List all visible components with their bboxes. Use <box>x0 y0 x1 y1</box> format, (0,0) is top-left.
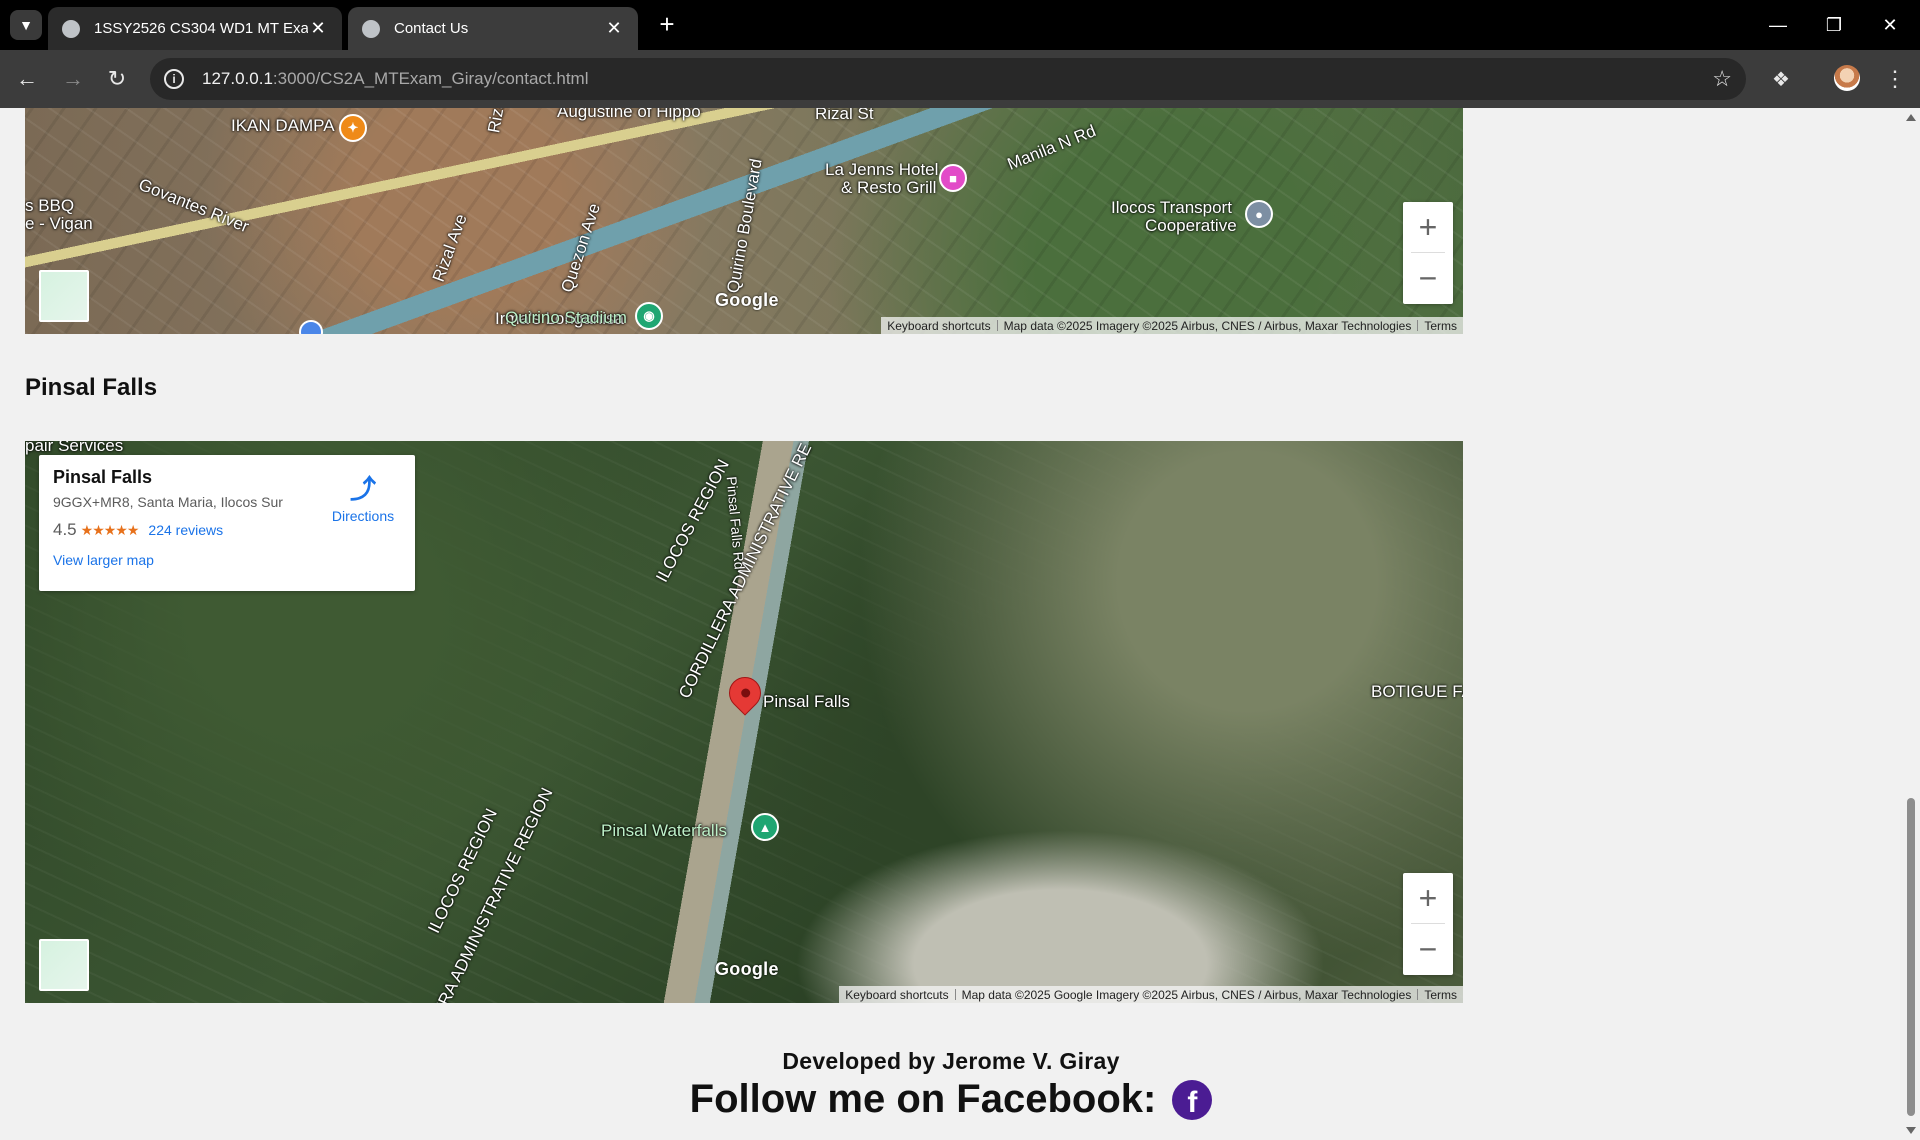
map-label: Rizal St <box>815 108 874 123</box>
restore-button[interactable]: ❐ <box>1806 0 1862 50</box>
url-host: 127.0.0.1 <box>202 69 273 88</box>
new-tab-button[interactable]: + <box>652 10 682 40</box>
food-pin-icon[interactable] <box>299 320 323 334</box>
map-label: Quirino Stadium <box>505 308 627 327</box>
terms-link[interactable]: Terms <box>1418 988 1463 1002</box>
stadium-pin-icon[interactable]: ◉ <box>635 302 663 330</box>
map-label: CORDILLERA ADMINISTRATIVE RE <box>674 441 816 702</box>
back-button[interactable]: ← <box>12 64 42 94</box>
keyboard-shortcuts-link[interactable]: Keyboard shortcuts <box>839 988 954 1002</box>
scroll-down-arrow-icon[interactable] <box>1906 1127 1916 1134</box>
google-logo: Google <box>715 959 779 979</box>
url-path: :3000/CS2A_MTExam_Giray/contact.html <box>272 69 589 88</box>
chevron-down-icon: ▼ <box>19 17 33 33</box>
map-data-text: Map data ©2025 Imagery ©2025 Airbus, CNE… <box>1003 318 1412 333</box>
view-larger-map-link[interactable]: View larger map <box>53 552 401 568</box>
map-layer-toggle[interactable] <box>39 939 89 991</box>
profile-avatar[interactable] <box>1834 65 1860 91</box>
zoom-out-button[interactable]: − <box>1403 253 1453 303</box>
directions-button[interactable]: ⤴ Directions <box>323 469 403 524</box>
facebook-icon[interactable]: f <box>1172 1079 1213 1120</box>
section-heading-pinsal-falls: Pinsal Falls <box>25 374 158 401</box>
hotel-pin-icon[interactable]: ■ <box>939 164 967 192</box>
place-rating: 4.5 <box>53 520 77 539</box>
developer-credit: Developed by Jerome V. Giray <box>782 1048 1120 1074</box>
page-viewport: IKAN DAMPA ✦ Augustine of Hippo Rizal St… <box>0 108 1902 1140</box>
tab-search-button[interactable]: ▼ <box>10 10 42 40</box>
map-zoom-controls: + − <box>1403 873 1453 975</box>
page-footer: Developed by Jerome V. Giray Follow me o… <box>0 1048 1902 1122</box>
browser-toolbar: ← → ↻ i 127.0.0.1:3000/CS2A_MTExam_Giray… <box>0 50 1920 108</box>
keyboard-shortcuts-link[interactable]: Keyboard shortcuts <box>881 319 996 333</box>
map-label: Pinsal Falls Rd <box>723 475 748 571</box>
map-label: Quezon Ave <box>557 201 604 295</box>
globe-icon <box>62 19 80 38</box>
map-data-text: Map data ©2025 Google Imagery ©2025 Airb… <box>961 987 1412 1002</box>
reviews-link[interactable]: 224 reviews <box>148 522 223 538</box>
directions-label: Directions <box>331 508 395 524</box>
follow-facebook: Follow me on Facebook: f <box>690 1077 1213 1122</box>
map-label: Manila N Rd <box>1004 121 1099 174</box>
scrollbar-thumb[interactable] <box>1907 798 1915 1116</box>
bookmark-star-icon[interactable]: ☆ <box>1712 66 1732 92</box>
address-bar[interactable]: i 127.0.0.1:3000/CS2A_MTExam_Giray/conta… <box>150 58 1746 100</box>
tab-title: Contact Us <box>394 20 469 37</box>
map-layer-toggle[interactable] <box>39 270 89 322</box>
reload-button[interactable]: ↻ <box>102 64 132 94</box>
park-pin-icon[interactable]: ▲ <box>751 813 779 841</box>
google-logo: Google <box>715 290 779 310</box>
info-icon[interactable]: i <box>164 69 184 89</box>
location-pin-icon[interactable] <box>722 670 768 716</box>
map-label: Quirino Boulevard <box>723 157 766 295</box>
page-scrollbar[interactable] <box>1902 108 1920 1140</box>
place-card: Pinsal Falls 9GGX+MR8, Santa Maria, Iloc… <box>39 455 415 591</box>
minimize-button[interactable]: — <box>1750 0 1806 50</box>
map-label: ILOCOS REGION <box>652 456 733 586</box>
follow-facebook-label: Follow me on Facebook: <box>689 1077 1157 1121</box>
map-attribution: Keyboard shortcuts Map data ©2025 Google… <box>839 986 1463 1003</box>
forward-button[interactable]: → <box>58 64 88 94</box>
map-label: La Jenns Hotel <box>825 160 939 179</box>
map-label: s BBQ <box>25 196 75 215</box>
map-label: pair Services <box>25 441 124 455</box>
map-label: IKAN DAMPA <box>231 116 335 135</box>
map-label: e - Vigan <box>25 214 93 233</box>
map-attribution: Keyboard shortcuts Map data ©2025 Imager… <box>881 317 1463 334</box>
map-label: Pinsal Falls <box>763 692 850 711</box>
globe-icon <box>362 19 380 38</box>
rating-stars-icon: ★★★★★ <box>80 521 140 538</box>
window-close-button[interactable]: ✕ <box>1862 0 1918 50</box>
menu-kebab-icon[interactable]: ⋮ <box>1880 64 1910 94</box>
scroll-up-arrow-icon[interactable] <box>1906 114 1916 121</box>
map-label: Cooperative <box>1145 216 1237 235</box>
map-zoom-controls: + − <box>1403 202 1453 304</box>
tab-title: 1SSY2526 CS304 WD1 MT Exam <box>94 20 308 37</box>
tab-bar: ▼ 1SSY2526 CS304 WD1 MT Exam ✕ Contact U… <box>0 0 1920 50</box>
map-label: Govantes River <box>135 174 252 237</box>
zoom-in-button[interactable]: + <box>1403 873 1453 923</box>
map-label: & Resto Grill <box>841 178 937 197</box>
tab-contact-us[interactable]: Contact Us ✕ <box>348 7 638 50</box>
map-label: Ilocos Transport <box>1111 198 1232 217</box>
map-label: Pinsal Waterfalls <box>601 821 727 840</box>
transport-pin-icon[interactable]: ● <box>1245 200 1273 228</box>
close-icon[interactable]: ✕ <box>308 18 328 39</box>
directions-icon: ⤴ <box>349 474 376 504</box>
close-icon[interactable]: ✕ <box>604 18 624 39</box>
tab-exam[interactable]: 1SSY2526 CS304 WD1 MT Exam ✕ <box>48 7 342 50</box>
terms-link[interactable]: Terms <box>1418 319 1463 333</box>
restaurant-pin-icon[interactable]: ✦ <box>339 114 367 142</box>
map-embed-vigan[interactable]: IKAN DAMPA ✦ Augustine of Hippo Rizal St… <box>25 108 1463 334</box>
extensions-puzzle-icon[interactable]: ❖ <box>1766 64 1796 94</box>
zoom-out-button[interactable]: − <box>1403 924 1453 974</box>
map-label: Augustine of Hippo <box>557 108 701 121</box>
map-label: Riza <box>484 108 509 135</box>
zoom-in-button[interactable]: + <box>1403 202 1453 252</box>
map-label: BOTIGUE FA <box>1371 682 1463 701</box>
map-label: Rizal Ave <box>428 211 471 285</box>
map-embed-pinsal-falls[interactable]: pair Services ILOCOS REGION CORDILLERA A… <box>25 441 1463 1003</box>
